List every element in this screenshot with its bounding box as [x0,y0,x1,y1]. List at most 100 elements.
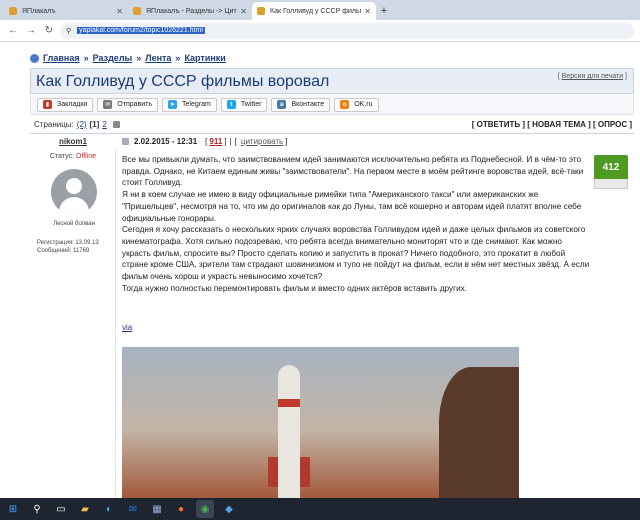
search-icon[interactable]: ⚲ [28,500,46,518]
post-image[interactable] [122,347,519,498]
messages-count: Сообщений: 11769 [37,248,90,254]
topic-actions[interactable]: [ ОТВЕТИТЬ ] [ НОВАЯ ТЕМА ] [ ОПРОС ] [472,120,632,129]
reload-icon[interactable]: ↻ [42,25,56,36]
address-bar[interactable]: ⚲ yaplakal.com/forum2/topic1026221.html [60,22,634,39]
post-rating[interactable]: 412 [594,155,628,189]
app-icon[interactable]: ◆ [220,500,238,518]
site-favicon-icon [257,7,265,15]
pages-menu-icon[interactable] [112,121,120,128]
button-label: Twitter [240,101,262,108]
button-label: Отправить [117,101,153,108]
post-paragraph: Сегодня я хочу рассказать о нескольких я… [122,225,590,282]
ok-icon: o [340,100,350,109]
status-label: Статус: [49,153,74,160]
breadcrumb-sections[interactable]: Разделы [93,53,133,63]
topic-title-box: Как Голливуд у СССР фильмы воровал [ Вер… [30,68,634,94]
forum-page: Главная » Разделы » Лента » Картинки Как… [0,43,640,498]
tab-title: ЯПлакалъ - Разделы -> Цитир… [146,7,237,15]
author-info: Регистрация: 13.09.13 Сообщений: 11769 [37,239,99,255]
page-title: Как Голливуд у СССР фильмы воровал [36,73,330,90]
post-meta: 2.02.2015 - 12:31 [ 911 ] | [ цитировать… [122,137,287,146]
twitter-button[interactable]: t Twitter [220,97,268,112]
pagination-page-2[interactable]: 2 [102,120,106,129]
pagination-current: [1] [89,120,100,129]
pagination: Страницы: (2) [1] 2 [34,120,120,129]
send-button[interactable]: ✉ Отправить [97,97,159,112]
browser-tab-strip: ЯПлакалъ ✕ ЯПлакалъ - Разделы -> Цитир… … [0,0,640,20]
print-version-link[interactable]: Версия для печати [562,73,623,80]
author-rank: Лесной болван [53,221,95,227]
twitter-icon: t [226,100,236,109]
breadcrumb-feed[interactable]: Лента [145,53,171,63]
close-icon[interactable]: ✕ [116,7,123,16]
bracket: ] [285,137,288,146]
registration-date: Регистрация: 13.09.13 [37,240,99,246]
firefox-icon[interactable]: ● [172,500,190,518]
bracket: [ [205,137,208,146]
address-bar-row: ← → ↻ ⚲ yaplakal.com/forum2/topic1026221… [0,20,640,42]
close-icon[interactable]: ✕ [240,7,247,16]
post-paragraph: Тогда нужно полностью перемонтировать фи… [122,283,468,293]
new-tab-button[interactable]: + [376,2,392,20]
rating-value: 412 [594,155,628,179]
mail-icon: ✉ [103,100,113,109]
browser-tab-1[interactable]: ЯПлакалъ ✕ [4,2,128,20]
close-icon[interactable]: ✕ [364,7,371,16]
file-explorer-icon[interactable]: ▰ [76,500,94,518]
pagination-label: Страницы: [34,120,74,129]
breadcrumb-pictures[interactable]: Картинки [184,53,225,63]
telegram-button[interactable]: ➤ Telegram [162,97,217,112]
breadcrumb-home[interactable]: Главная [43,53,80,63]
breadcrumb-separator: » [175,53,181,63]
pagination-total[interactable]: (2) [77,120,87,129]
button-label: Вконтакте [291,101,325,108]
chrome-icon[interactable]: ◉ [196,500,214,518]
post-paragraph: Я ни в коем случае не имею в виду официа… [122,190,582,223]
meta-separator: | [229,137,232,146]
status-value: Offline [75,153,97,160]
bracket: ] [224,137,227,146]
bookmarks-icon: ▮ [43,100,52,109]
breadcrumb-separator: » [136,53,142,63]
site-favicon-icon [133,7,141,15]
avatar[interactable] [51,169,97,215]
post-header: nikom1 2.02.2015 - 12:31 [ 911 ] | [ цит… [30,133,634,149]
back-arrow-icon[interactable]: ← [6,25,20,36]
image-rocket-fin [268,457,278,487]
avatar-head [66,178,82,194]
image-rock [439,367,519,498]
windows-start-icon[interactable]: ⊞ [4,500,22,518]
forward-arrow-icon[interactable]: → [24,25,38,36]
store-icon[interactable]: ▦ [148,500,166,518]
browser-tab-2[interactable]: ЯПлакалъ - Разделы -> Цитир… ✕ [128,2,252,20]
task-view-icon[interactable]: ▭ [52,500,70,518]
browser-tab-3[interactable]: Как Голливуд у СССР фильмы … ✕ [252,2,376,20]
bracket: [ [234,137,237,146]
outlook-icon[interactable]: ✉ [124,500,142,518]
tab-title: ЯПлакалъ [22,7,56,15]
post-paragraph: Все мы привыкли думать, что заимствовани… [122,155,584,188]
image-rocket [278,365,300,498]
bookmarks-button[interactable]: ▮ Закладки [37,97,94,112]
ok-button[interactable]: o OK.ru [334,97,379,112]
button-label: Закладки [57,101,88,108]
post-author[interactable]: nikom1 [30,137,116,146]
vk-icon: в [277,100,287,109]
author-status: Статус: Offline [36,153,110,160]
avatar-body [59,197,89,215]
breadcrumb: Главная » Разделы » Лента » Картинки [30,53,226,63]
post-number[interactable]: 911 [209,137,222,146]
via-link[interactable]: via [122,323,132,332]
quote-link[interactable]: цитировать [241,137,283,146]
url-text[interactable]: yaplakal.com/forum2/topic1026221.html [77,27,205,34]
post-body: Все мы привыкли думать, что заимствовани… [122,154,592,294]
edge-icon[interactable]: ◐ [100,500,118,518]
image-rocket-fin [300,457,310,487]
button-label: Telegram [182,101,211,108]
post-date: 2.02.2015 - 12:31 [134,137,198,146]
breadcrumb-separator: » [83,53,89,63]
site-info-icon[interactable]: ⚲ [66,27,71,35]
vk-button[interactable]: в Вконтакте [271,97,331,112]
author-panel: Статус: Offline Лесной болван Регистраци… [30,149,116,498]
print-version: [ Версия для печати ] [557,73,627,80]
